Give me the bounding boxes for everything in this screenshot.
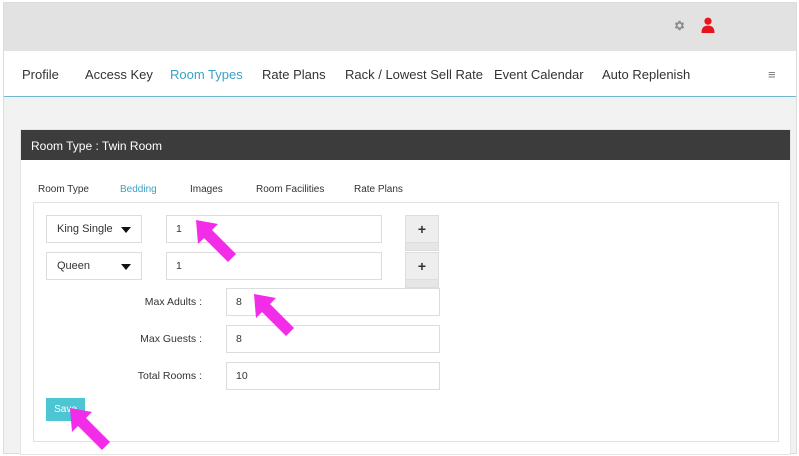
- add-bed-button[interactable]: +: [405, 252, 439, 280]
- max-guests-label: Max Guests :: [140, 333, 202, 345]
- annotation-arrow-icon: [254, 294, 294, 336]
- bed-type-select[interactable]: King Single: [46, 215, 142, 243]
- nav-item-access-key[interactable]: Access Key: [85, 67, 153, 82]
- bed-type-value: Queen: [57, 260, 91, 272]
- tab-images[interactable]: Images: [190, 184, 223, 195]
- panel-title: Room Type : Twin Room: [21, 130, 790, 160]
- tab-bedding[interactable]: Bedding: [120, 184, 157, 195]
- caret-down-icon: [121, 227, 131, 233]
- room-type-panel: Room Type : Twin Room Room Type Bedding …: [20, 129, 791, 455]
- annotation-arrow-icon: [196, 220, 236, 262]
- bedding-form: King Single 1 + Queen 1 + Max Adults : 8…: [33, 202, 779, 442]
- add-bed-button-edge: [405, 280, 439, 288]
- nav-item-auto-replenish[interactable]: Auto Replenish: [602, 67, 690, 82]
- annotation-arrow-icon: [70, 408, 110, 450]
- tab-room-facilities[interactable]: Room Facilities: [256, 184, 324, 195]
- nav-item-profile[interactable]: Profile: [22, 67, 59, 82]
- tab-room-type[interactable]: Room Type: [38, 184, 89, 195]
- total-rooms-label: Total Rooms :: [137, 370, 202, 382]
- nav-item-rack-lowest-sell-rate[interactable]: Rack / Lowest Sell Rate: [345, 67, 483, 82]
- nav-item-rate-plans[interactable]: Rate Plans: [262, 67, 326, 82]
- total-rooms-input[interactable]: 10: [226, 362, 440, 390]
- user-icon[interactable]: [701, 17, 715, 33]
- bed-type-select[interactable]: Queen: [46, 252, 142, 280]
- nav-item-room-types[interactable]: Room Types: [170, 67, 243, 82]
- max-adults-label: Max Adults :: [144, 296, 202, 308]
- add-bed-button[interactable]: +: [405, 215, 439, 243]
- add-bed-button-edge: [405, 243, 439, 251]
- bed-type-value: King Single: [57, 223, 113, 235]
- app-frame: Profile Access Key Room Types Rate Plans…: [3, 2, 797, 455]
- tab-rate-plans[interactable]: Rate Plans: [354, 184, 403, 195]
- menu-icon[interactable]: ≡: [768, 67, 776, 82]
- caret-down-icon: [121, 264, 131, 270]
- main-nav: Profile Access Key Room Types Rate Plans…: [4, 51, 796, 97]
- nav-item-event-calendar[interactable]: Event Calendar: [494, 67, 584, 82]
- top-bar: [4, 3, 796, 51]
- gear-icon[interactable]: [673, 19, 686, 32]
